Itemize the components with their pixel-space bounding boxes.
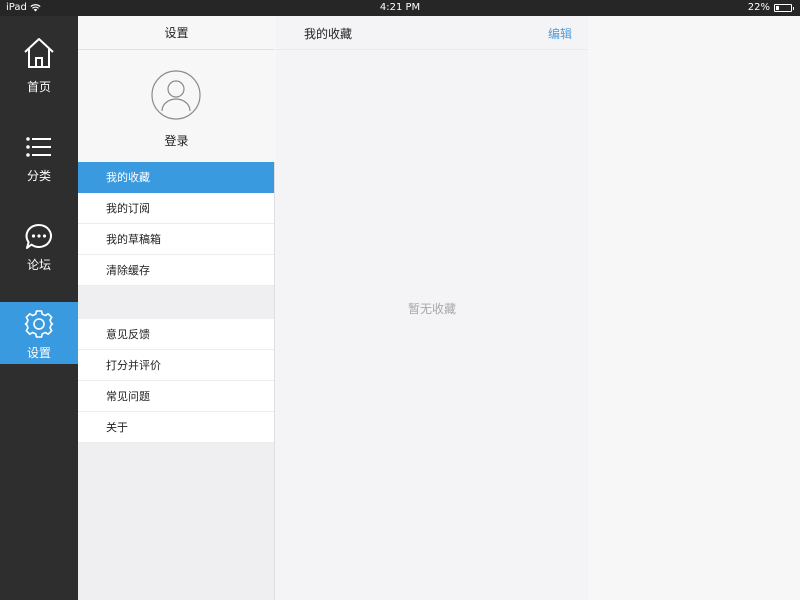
settings-panel: 设置 登录 我的收藏 我的订阅 我的草稿箱 清除缓存 意见反馈 打分并评价 常见… (78, 16, 275, 600)
edit-button[interactable]: 编辑 (548, 25, 572, 42)
chat-bubble-icon (25, 223, 52, 249)
menu-rate[interactable]: 打分并评价 (78, 350, 274, 381)
nav-label-settings: 设置 (26, 346, 51, 360)
content-title: 我的收藏 (304, 27, 353, 41)
menu-my-drafts[interactable]: 我的草稿箱 (78, 224, 274, 255)
nav-item-home[interactable]: 首页 (0, 36, 78, 98)
detail-area (588, 16, 800, 600)
nav-label-home: 首页 (26, 80, 51, 94)
battery-percent: 22% (747, 2, 770, 13)
menu-feedback[interactable]: 意见反馈 (78, 319, 274, 350)
settings-title: 设置 (78, 16, 275, 50)
menu-faq[interactable]: 常见问题 (78, 381, 274, 412)
battery-fill (776, 5, 779, 10)
list-icon (26, 137, 51, 157)
status-bar: iPad 4:21 PM 22% (0, 0, 800, 16)
nav-item-settings[interactable]: 设置 (0, 302, 78, 364)
nav-item-category[interactable]: 分类 (0, 127, 78, 189)
menu-clear-cache[interactable]: 清除缓存 (78, 255, 274, 286)
nav-label-category: 分类 (26, 169, 51, 183)
battery-icon (774, 3, 794, 12)
gear-icon (24, 310, 54, 338)
content-panel: 我的收藏 编辑 暂无收藏 (276, 16, 588, 600)
nav-item-forum[interactable]: 论坛 (0, 216, 78, 278)
login-button[interactable]: 登录 (78, 132, 275, 149)
home-icon (24, 38, 54, 68)
status-right: 22% (747, 2, 794, 13)
avatar-icon[interactable] (151, 70, 201, 120)
content-header: 我的收藏 编辑 (276, 16, 588, 50)
menu-about[interactable]: 关于 (78, 412, 274, 443)
menu-my-favorites[interactable]: 我的收藏 (78, 162, 274, 193)
nav-label-forum: 论坛 (26, 258, 51, 272)
profile-section: 登录 (78, 50, 275, 162)
nav-rail: 首页 分类 论坛 设置 (0, 16, 78, 600)
menu-my-subscriptions[interactable]: 我的订阅 (78, 193, 274, 224)
status-time: 4:21 PM (379, 2, 421, 13)
empty-state-text: 暂无收藏 (407, 302, 456, 316)
